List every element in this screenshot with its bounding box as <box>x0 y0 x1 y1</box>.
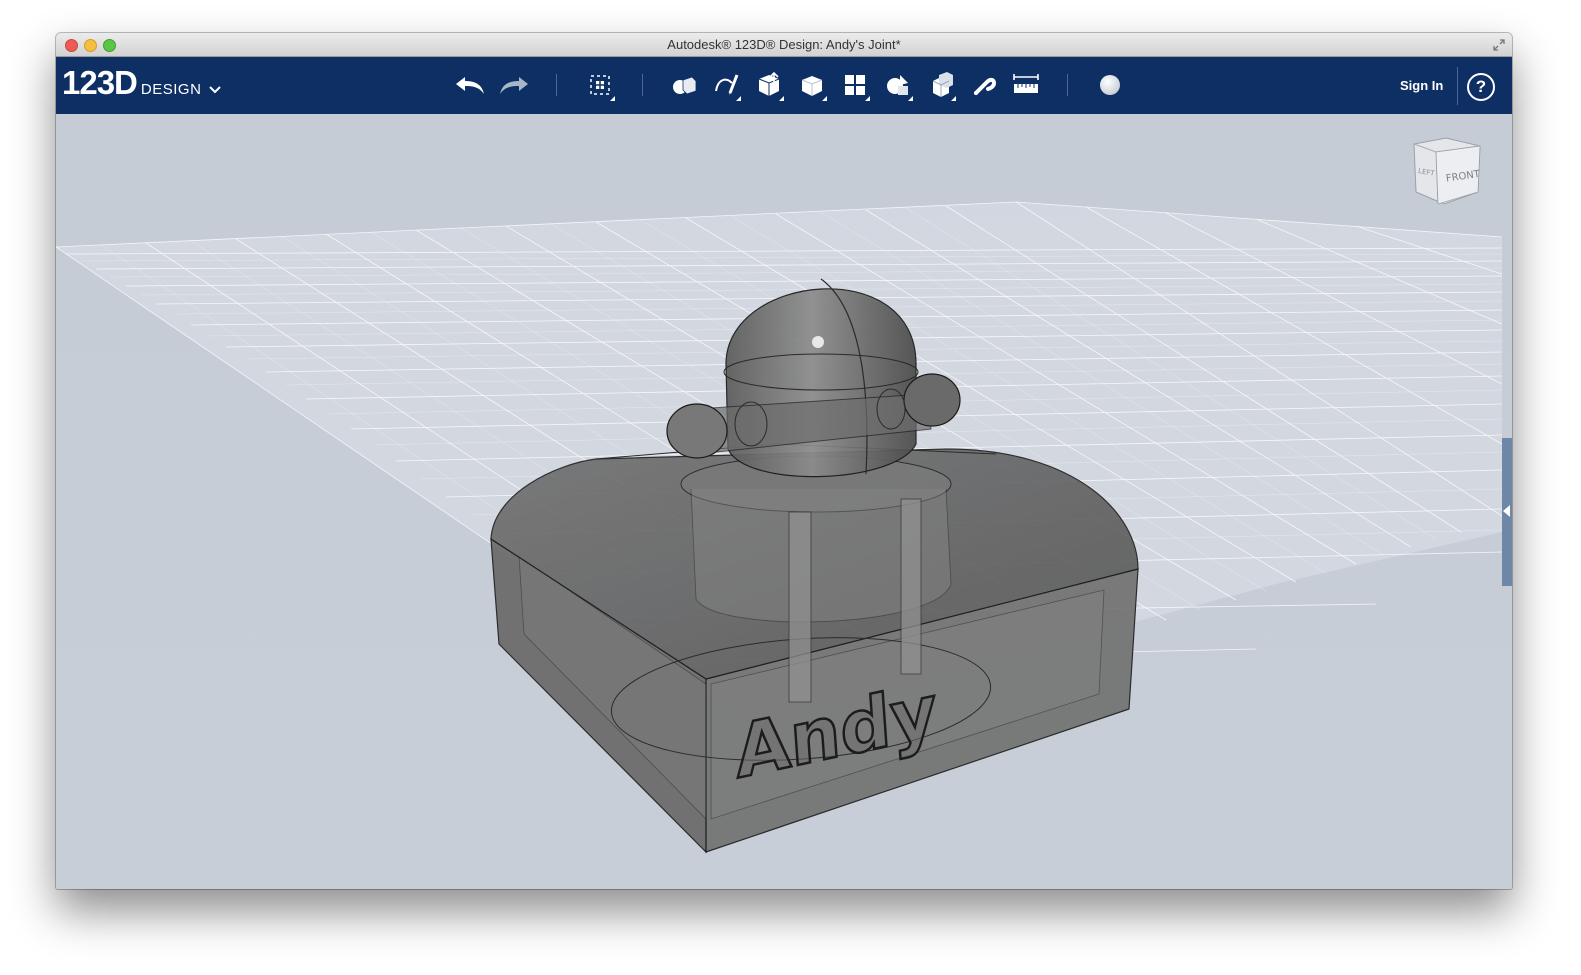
transform-button[interactable] <box>582 67 618 103</box>
redo-icon <box>500 77 528 94</box>
modify-button[interactable] <box>794 67 830 103</box>
app-window: Autodesk® 123D® Design: Andy's Joint* 12… <box>56 33 1512 889</box>
dropdown-indicator <box>779 96 784 101</box>
fullscreen-icon[interactable] <box>1492 38 1506 52</box>
chevron-down-icon <box>209 86 222 94</box>
sketch-button[interactable] <box>708 67 744 103</box>
dropdown-indicator <box>610 96 615 101</box>
snap-icon <box>974 77 997 95</box>
toolbar-separator <box>556 74 557 96</box>
undo-button[interactable] <box>452 67 488 103</box>
modify-icon <box>801 76 823 96</box>
toolbar-separator <box>1067 74 1068 96</box>
app-logo-subtitle: DESIGN <box>140 81 202 98</box>
scene-canvas: Andy <box>56 201 1503 854</box>
toolbar-separator <box>1457 67 1458 105</box>
pattern-icon <box>845 75 865 95</box>
view-cube[interactable]: FRONT LEFT <box>1406 134 1486 209</box>
window-titlebar: Autodesk® 123D® Design: Andy's Joint* <box>56 33 1512 57</box>
group-icon <box>887 75 908 95</box>
side-panel-handle[interactable] <box>1502 438 1512 586</box>
material-sphere-icon <box>1100 75 1120 95</box>
dropdown-indicator <box>736 96 741 101</box>
sign-in-link[interactable]: Sign In <box>1400 78 1443 93</box>
primitives-icon <box>673 76 697 95</box>
app-menu-button[interactable]: 123D DESIGN <box>62 64 222 102</box>
main-toolbar: 123D DESIGN Sign In ? <box>56 57 1512 114</box>
construct-icon <box>758 71 780 96</box>
3d-viewport[interactable]: Andy FRONT LEFT <box>56 114 1512 889</box>
combine-button[interactable] <box>923 67 959 103</box>
combine-icon <box>932 72 953 97</box>
window-title: Autodesk® 123D® Design: Andy's Joint* <box>667 37 901 52</box>
measure-icon <box>1013 74 1039 93</box>
dropdown-indicator <box>908 96 913 101</box>
dropdown-indicator <box>822 96 827 101</box>
primitives-button[interactable] <box>666 67 702 103</box>
toolbar-separator <box>642 74 643 96</box>
material-button[interactable] <box>1092 67 1128 103</box>
redo-button[interactable] <box>496 67 532 103</box>
transform-icon <box>590 75 610 95</box>
construct-button[interactable] <box>751 67 787 103</box>
snap-button[interactable] <box>966 67 1002 103</box>
pattern-button[interactable] <box>837 67 873 103</box>
app-logo: 123D <box>62 64 138 101</box>
dropdown-indicator <box>865 96 870 101</box>
undo-icon <box>456 77 484 94</box>
dropdown-indicator <box>951 96 956 101</box>
help-button[interactable]: ? <box>1467 73 1495 101</box>
chevron-left-icon <box>1503 505 1510 517</box>
sketch-icon <box>715 74 739 95</box>
group-button[interactable] <box>880 67 916 103</box>
measure-button[interactable] <box>1008 67 1044 103</box>
